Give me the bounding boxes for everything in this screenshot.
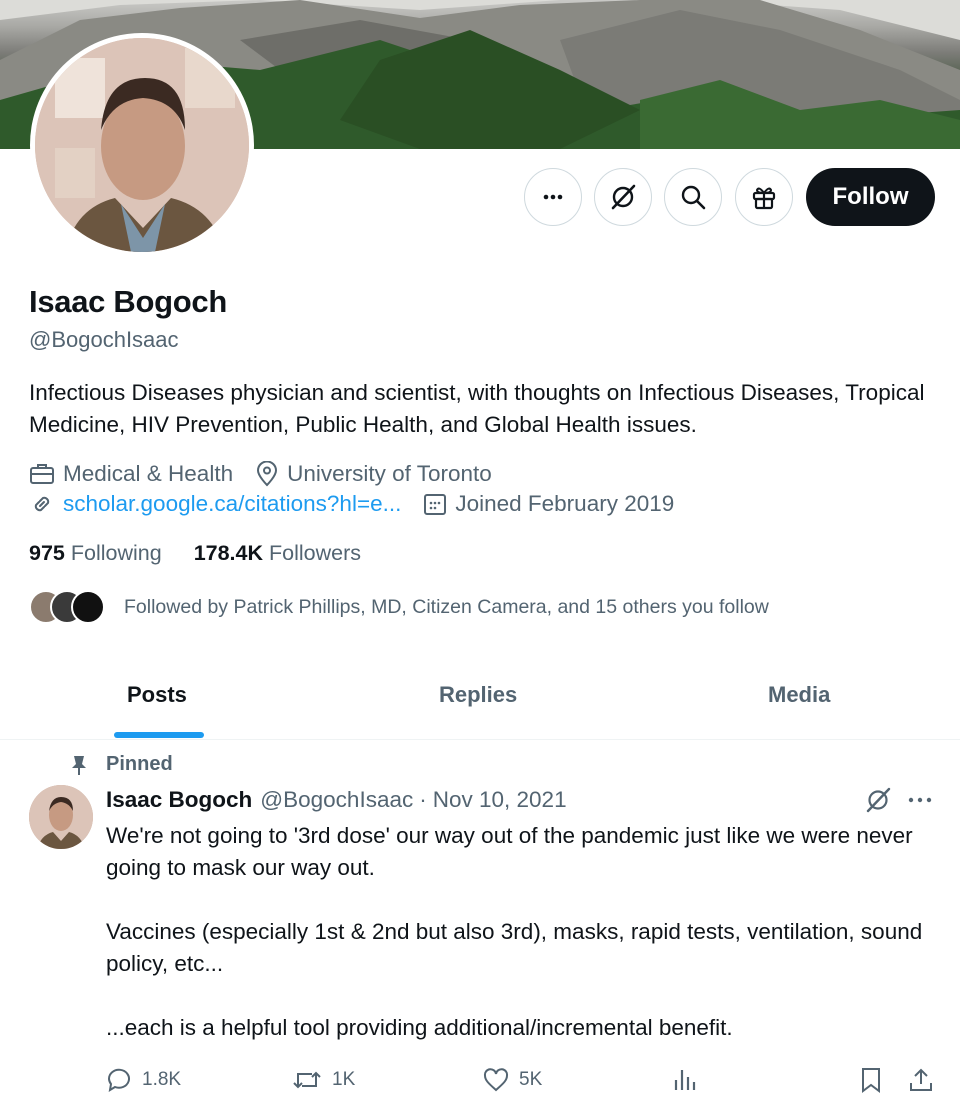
location-pin-icon	[257, 461, 278, 487]
profile-location: University of Toronto	[255, 461, 492, 487]
pinned-label: Pinned	[70, 753, 173, 776]
gift-icon	[752, 187, 776, 210]
tweet-paragraph: Vaccines (especially 1st & 2nd but also …	[106, 919, 923, 976]
reply-button[interactable]: 1.8K	[106, 1066, 181, 1094]
followers-stat[interactable]: 178.4K Followers	[194, 541, 361, 566]
search-profile-button[interactable]	[664, 168, 722, 226]
profile-bio: Infectious Diseases physician and scient…	[29, 380, 925, 437]
pin-icon	[72, 755, 86, 775]
tweet-paragraph: ...each is a helpful tool providing addi…	[106, 1015, 733, 1040]
pinned-text: Pinned	[106, 753, 173, 775]
followers-label: Followers	[269, 541, 362, 565]
briefcase-icon	[30, 464, 54, 484]
tweet-separator: ·	[419, 787, 427, 812]
tweet-paragraph: We're not going to '3rd dose' our way ou…	[106, 823, 913, 880]
like-count: 5K	[519, 1069, 543, 1090]
more-dots-icon	[543, 194, 563, 200]
followed-by-text: Followed by Patrick Phillips, MD, Citize…	[124, 595, 769, 618]
like-button[interactable]: 5K	[483, 1066, 542, 1094]
analytics-bars-icon	[674, 1070, 696, 1090]
profile-joined: Joined February 2019	[423, 491, 674, 517]
tweet-date[interactable]: Nov 10, 2021	[433, 787, 567, 813]
active-tab-indicator	[114, 732, 204, 738]
grok-icon	[866, 787, 891, 813]
tweet-header: Isaac Bogoch @BogochIsaac · Nov 10, 2021	[106, 787, 567, 813]
repost-button[interactable]: 1K	[292, 1066, 355, 1094]
profile-location-text: University of Toronto	[287, 461, 492, 486]
tab-replies[interactable]: Replies	[439, 682, 517, 708]
more-dots-icon	[908, 797, 932, 803]
following-label: Following	[70, 541, 162, 565]
search-icon	[681, 185, 706, 210]
profile-meta-row-2: scholar.google.ca/citations?hl=e... Join…	[29, 491, 696, 517]
following-count: 975	[29, 541, 65, 565]
tweet-author-handle[interactable]: @BogochIsaac	[260, 787, 413, 813]
profile-handle: @BogochIsaac	[29, 327, 179, 352]
follow-button[interactable]: Follow	[806, 168, 935, 226]
reply-bubble-icon	[107, 1068, 130, 1092]
profile-joined-text: Joined February 2019	[455, 491, 675, 516]
bookmark-icon	[862, 1068, 880, 1093]
grok-icon	[611, 184, 636, 210]
followed-by[interactable]: Followed by Patrick Phillips, MD, Citize…	[29, 590, 769, 624]
profile-category-text: Medical & Health	[63, 461, 234, 486]
tweet-author-name[interactable]: Isaac Bogoch	[106, 787, 252, 813]
repost-icon	[293, 1071, 321, 1089]
profile-website[interactable]: scholar.google.ca/citations?hl=e...	[29, 491, 401, 517]
following-stat[interactable]: 975 Following	[29, 541, 162, 566]
profile-avatar[interactable]	[30, 33, 254, 257]
profile-stats: 975 Following 178.4K Followers	[29, 541, 393, 566]
tweet-grok-button[interactable]	[864, 786, 892, 814]
more-options-button[interactable]	[524, 168, 582, 226]
repost-count: 1K	[332, 1069, 356, 1090]
profile-photo	[35, 38, 249, 252]
tab-media[interactable]: Media	[768, 682, 830, 708]
profile-name: Isaac Bogoch	[29, 284, 227, 319]
profile-tabs: Posts Replies Media	[0, 652, 960, 740]
share-button[interactable]	[908, 1066, 944, 1094]
views-button[interactable]	[672, 1066, 706, 1094]
profile-meta-row-1: Medical & Health University of Toronto	[29, 461, 514, 487]
link-icon	[34, 496, 50, 512]
gift-button[interactable]	[735, 168, 793, 226]
tab-posts[interactable]: Posts	[127, 682, 187, 708]
grok-button[interactable]	[594, 168, 652, 226]
bookmark-button[interactable]	[860, 1066, 892, 1094]
profile-category: Medical & Health	[29, 461, 233, 487]
reply-count: 1.8K	[142, 1069, 182, 1090]
tweet-author-avatar[interactable]	[29, 785, 93, 849]
tweet-body: We're not going to '3rd dose' our way ou…	[106, 820, 936, 1044]
calendar-icon	[424, 494, 447, 515]
share-upload-icon	[910, 1068, 932, 1091]
profile-website-link[interactable]: scholar.google.ca/citations?hl=e...	[63, 491, 401, 517]
tweet-more-button[interactable]	[906, 790, 934, 810]
follower-avatar	[71, 590, 105, 624]
heart-icon	[483, 1068, 509, 1092]
followers-count: 178.4K	[193, 541, 264, 565]
